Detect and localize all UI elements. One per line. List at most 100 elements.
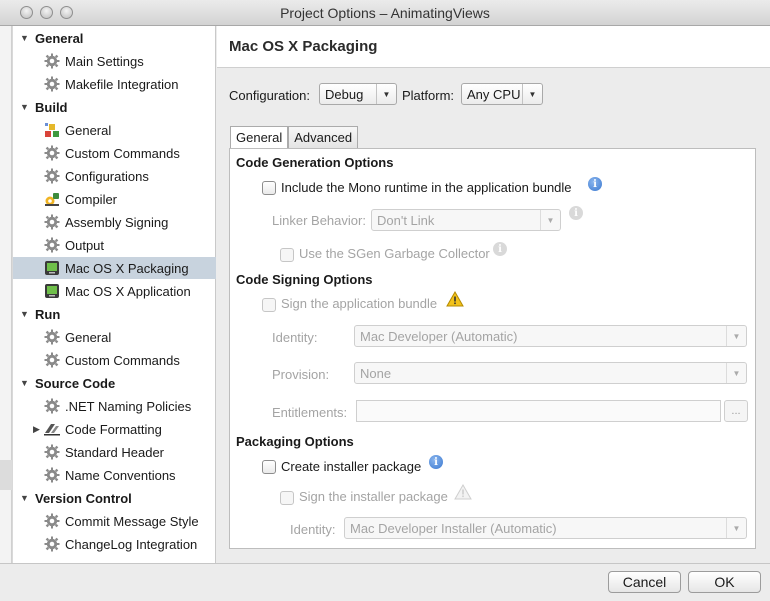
sidebar-category-version-control[interactable]: ▼ Version Control: [20, 488, 132, 508]
disclosure-expanded-icon[interactable]: ▼: [20, 33, 32, 43]
gear-icon: [43, 466, 61, 484]
sidebar-category-run[interactable]: ▼ Run: [20, 304, 60, 324]
compiler-icon: [43, 190, 61, 208]
installer-identity-value: Mac Developer Installer (Automatic): [350, 520, 557, 536]
gear-icon: [43, 328, 61, 346]
sidebar-category-source-code[interactable]: ▼ Source Code: [20, 373, 115, 393]
disclosure-expanded-icon[interactable]: ▼: [20, 493, 32, 503]
sidebar-item-assembly-signing[interactable]: Assembly Signing: [13, 211, 216, 233]
gear-icon: [43, 144, 61, 162]
sidebar-item-compiler[interactable]: Compiler: [13, 188, 216, 210]
sidebar-item-label: Code Formatting: [65, 421, 162, 437]
configuration-select[interactable]: Debug ▼: [319, 83, 397, 105]
chevron-down-icon: ▼: [726, 363, 746, 383]
sidebar-item-custom-commands[interactable]: Custom Commands: [13, 349, 216, 371]
cancel-button[interactable]: Cancel: [608, 571, 681, 593]
category-label: General: [35, 30, 84, 46]
info-icon: i: [493, 242, 507, 256]
sidebar-item-makefile-integration[interactable]: Makefile Integration: [13, 73, 216, 95]
browse-entitlements-button[interactable]: ...: [724, 400, 748, 422]
options-sidebar: ▼ General Main Settings Makefile Integratio…: [12, 26, 216, 563]
sidebar-item-configurations[interactable]: Configurations: [13, 165, 216, 187]
sidebar-item-label: .NET Naming Policies: [65, 398, 192, 414]
configuration-label: Configuration:: [229, 88, 310, 103]
info-icon: i: [429, 455, 443, 469]
create-installer-checkbox[interactable]: [262, 460, 276, 474]
options-content: Mac OS X Packaging Configuration: Debug …: [217, 26, 770, 563]
chevron-down-icon: ▼: [376, 84, 396, 104]
mac-app-icon: [43, 282, 61, 300]
sidebar-item-code-formatting[interactable]: ▶ Code Formatting: [13, 418, 216, 440]
linker-behavior-select[interactable]: Don't Link ▼: [371, 209, 561, 231]
provision-label: Provision:: [272, 367, 330, 382]
disclosure-expanded-icon[interactable]: ▼: [20, 378, 32, 388]
disclosure-expanded-icon[interactable]: ▼: [20, 102, 32, 112]
warning-icon: [446, 291, 464, 307]
settings-panel: Code Generation Options Include the Mono…: [229, 148, 756, 549]
category-label: Source Code: [35, 375, 116, 391]
sidebar-item-custom-commands[interactable]: Custom Commands: [13, 142, 216, 164]
gear-icon: [43, 167, 61, 185]
sidebar-item-general[interactable]: General: [13, 119, 216, 141]
identity-select[interactable]: Mac Developer (Automatic) ▼: [354, 325, 747, 347]
sidebar-item-label: Makefile Integration: [65, 76, 179, 92]
include-mono-checkbox[interactable]: [262, 181, 276, 195]
installer-identity-select[interactable]: Mac Developer Installer (Automatic) ▼: [344, 517, 747, 539]
sidebar-item-mac-os-x-packaging[interactable]: Mac OS X Packaging: [13, 257, 216, 279]
sgen-label: Use the SGen Garbage Collector: [299, 246, 490, 261]
sidebar-item-mac-os-x-application[interactable]: Mac OS X Application: [13, 280, 216, 302]
platform-value: Any CPU: [467, 86, 521, 102]
sgen-checkbox[interactable]: [280, 248, 294, 262]
entitlements-field[interactable]: [356, 400, 721, 422]
linker-behavior-label: Linker Behavior:: [272, 213, 366, 228]
scroll-marker: [0, 460, 12, 490]
sidebar-category-general[interactable]: ▼ General: [20, 28, 83, 48]
gear-icon: [43, 75, 61, 93]
tab-general[interactable]: General: [230, 126, 289, 148]
gear-icon: [43, 397, 61, 415]
window-titlebar: Project Options – AnimatingViews: [0, 0, 770, 26]
sidebar-item-label: Commit Message Style: [65, 513, 199, 529]
tab-advanced[interactable]: Advanced: [288, 126, 359, 148]
sidebar-item-main-settings[interactable]: Main Settings: [13, 50, 216, 72]
category-label: Version Control: [35, 490, 132, 506]
sidebar-item-commit-message-style[interactable]: Commit Message Style: [13, 510, 216, 532]
sidebar-item-standard-header[interactable]: Standard Header: [13, 441, 216, 463]
gear-icon: [43, 351, 61, 369]
warning-icon: [454, 484, 472, 500]
chevron-down-icon: ▼: [522, 84, 542, 104]
sign-installer-checkbox[interactable]: [280, 491, 294, 505]
ok-button[interactable]: OK: [688, 571, 761, 593]
sidebar-item-general[interactable]: General: [13, 326, 216, 348]
sidebar-item-label: Standard Header: [65, 444, 165, 460]
sidebar-item-name-conventions[interactable]: Name Conventions: [13, 464, 216, 486]
chevron-down-icon: ▼: [726, 518, 746, 538]
code-formatting-icon: [43, 420, 61, 438]
sidebar-item-net-naming-policies[interactable]: .NET Naming Policies: [13, 395, 216, 417]
installer-identity-label: Identity:: [290, 522, 336, 537]
create-installer-label: Create installer package: [281, 459, 422, 474]
sidebar-item-label: Main Settings: [65, 53, 144, 69]
mac-app-icon: [43, 259, 61, 277]
linker-behavior-value: Don't Link: [377, 212, 435, 228]
platform-select[interactable]: Any CPU ▼: [461, 83, 543, 105]
disclosure-expanded-icon[interactable]: ▼: [20, 309, 32, 319]
identity-label: Identity:: [272, 330, 318, 345]
code-generation-heading: Code Generation Options: [236, 155, 394, 170]
chevron-down-icon: ▼: [540, 210, 560, 230]
info-icon: i: [588, 177, 602, 191]
sidebar-item-changelog-integration[interactable]: ChangeLog Integration: [13, 533, 216, 555]
sidebar-item-label: General: [65, 122, 112, 138]
sidebar-item-label: ChangeLog Integration: [65, 536, 198, 552]
disclosure-collapsed-icon[interactable]: ▶: [33, 424, 40, 435]
include-mono-label: Include the Mono runtime in the applicat…: [281, 180, 572, 195]
category-label: Run: [35, 306, 61, 322]
sign-bundle-checkbox[interactable]: [262, 298, 276, 312]
provision-select[interactable]: None ▼: [354, 362, 747, 384]
sidebar-item-label: Assembly Signing: [65, 214, 169, 230]
sidebar-item-output[interactable]: Output: [13, 234, 216, 256]
provision-value: None: [360, 365, 392, 381]
window-left-edge: [0, 26, 12, 601]
sidebar-item-label: Name Conventions: [65, 467, 176, 483]
sidebar-category-build[interactable]: ▼ Build: [20, 97, 68, 117]
